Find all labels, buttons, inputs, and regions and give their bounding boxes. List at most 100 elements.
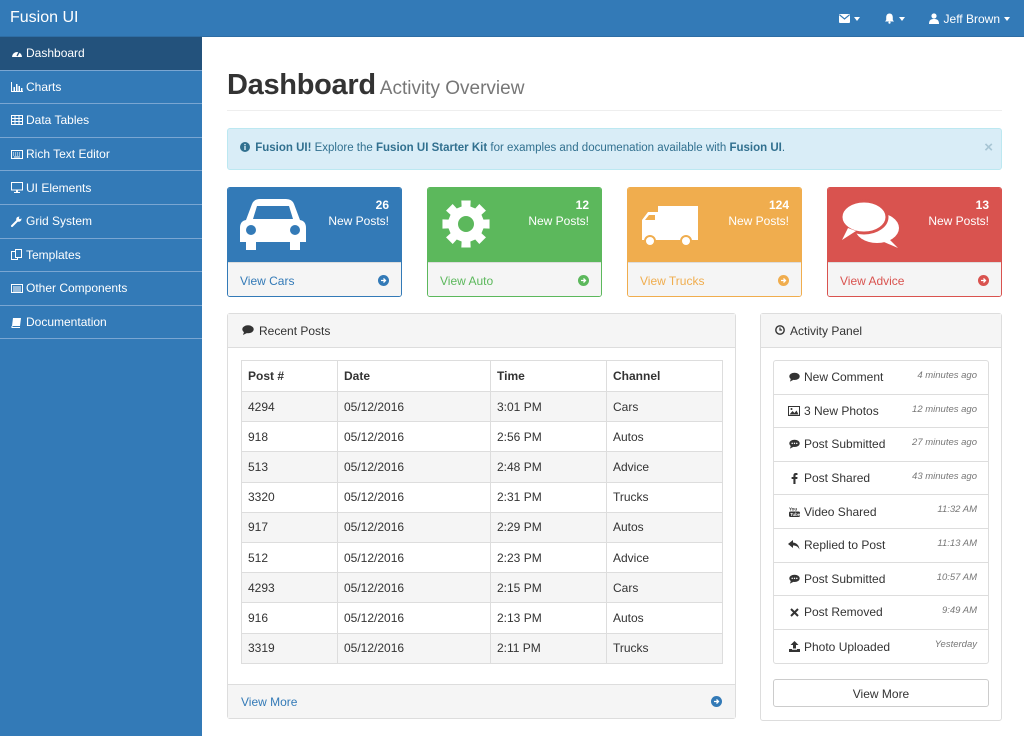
sidebar-item-label: Dashboard — [26, 46, 85, 61]
stat-count: 26 — [375, 198, 389, 212]
table-row[interactable]: 512 05/12/2016 2:23 PM Advice — [241, 541, 723, 574]
list-item[interactable]: Replied to Post 11:13 AM — [774, 529, 988, 563]
arrow-circle-right-icon — [578, 275, 589, 286]
table-cell: 05/12/2016 — [337, 572, 491, 604]
svg-text:Tube: Tube — [790, 512, 800, 517]
sidebar-item-rich-text-editor[interactable]: Rich Text Editor — [0, 138, 202, 172]
activity-time: 11:32 AM — [937, 504, 977, 516]
sidebar-item-grid-system[interactable]: Grid System — [0, 205, 202, 239]
list-item[interactable]: You Tube Video Shared 11:32 AM — [774, 495, 988, 529]
table-row[interactable]: 917 05/12/2016 2:29 PM Autos — [241, 511, 723, 543]
close-icon[interactable]: × — [984, 139, 993, 156]
view-cars-link[interactable]: View Cars — [240, 274, 294, 288]
activity-time: Yesterday — [934, 638, 977, 650]
table-row[interactable]: 918 05/12/2016 2:56 PM Autos — [241, 421, 723, 453]
list-item[interactable]: Post Submitted 10:57 AM — [774, 563, 988, 597]
view-auto-link[interactable]: View Auto — [440, 274, 493, 288]
list-item[interactable]: Post Shared 43 minutes ago — [774, 462, 988, 496]
page-header: Dashboard Activity Overview — [227, 69, 1002, 111]
sidebar-item-label: Other Components — [26, 281, 128, 296]
activity-label: 3 New Photos — [804, 403, 879, 418]
table-cell: 05/12/2016 — [337, 451, 491, 483]
sidebar-item-label: Documentation — [26, 315, 107, 330]
table-cell: 2:13 PM — [490, 602, 607, 634]
sidebar-item-charts[interactable]: Charts — [0, 71, 202, 105]
top-navbar: Fusion UI Jeff Brown — [0, 0, 1024, 37]
stat-count: 124 — [768, 198, 789, 212]
activity-time: 9:49 AM — [941, 605, 977, 617]
panel-header: Recent Posts — [228, 314, 735, 348]
list-icon — [10, 282, 23, 294]
list-item[interactable]: Photo Uploaded Yesterday — [774, 630, 988, 664]
bell-icon — [884, 13, 895, 24]
column-header[interactable]: Date — [337, 360, 491, 392]
sidebar-item-ui-elements[interactable]: UI Elements — [0, 171, 202, 205]
stat-panel-footer[interactable]: View Advice — [828, 262, 1001, 296]
times-icon — [788, 606, 800, 618]
messages-dropdown[interactable] — [827, 0, 872, 37]
list-item[interactable]: Post Removed 9:49 AM — [774, 596, 988, 630]
list-item[interactable]: Post Submitted 27 minutes ago — [774, 428, 988, 462]
alerts-dropdown[interactable] — [872, 0, 917, 37]
book-icon — [10, 316, 23, 328]
stat-panel-trucks[interactable]: 124 New Posts! View Trucks — [627, 187, 802, 297]
table-cell: 2:15 PM — [490, 572, 607, 604]
user-name: Jeff Brown — [943, 11, 1000, 26]
sidebar-item-dashboard[interactable]: Dashboard — [0, 37, 202, 71]
view-trucks-link[interactable]: View Trucks — [640, 274, 704, 288]
stat-panel-header: 124 New Posts! — [628, 188, 801, 262]
view-more-button[interactable]: View More — [773, 679, 989, 707]
column-header[interactable]: Time — [490, 360, 607, 392]
sidebar-item-data-tables[interactable]: Data Tables — [0, 104, 202, 138]
chevron-down-icon — [853, 16, 860, 21]
list-item[interactable]: 3 New Photos 12 minutes ago — [774, 395, 988, 429]
sidebar-item-templates[interactable]: Templates — [0, 239, 202, 273]
stat-panel-footer[interactable]: View Trucks — [628, 262, 801, 296]
table-row[interactable]: 3319 05/12/2016 2:11 PM Trucks — [241, 632, 723, 664]
panel-title: Activity Panel — [790, 323, 863, 338]
alert-text: . — [781, 142, 786, 154]
column-header[interactable]: Post # — [241, 360, 338, 392]
stat-panel-cars[interactable]: 26 New Posts! View Cars — [227, 187, 402, 297]
view-more-footer[interactable]: View More — [228, 684, 735, 718]
table-row[interactable]: 3320 05/12/2016 2:31 PM Trucks — [241, 481, 723, 513]
table-cell: 513 — [241, 451, 338, 483]
table-row[interactable]: 4293 05/12/2016 2:15 PM Cars — [241, 572, 723, 604]
activity-panel: Activity Panel New Comment 4 minutes ago 3… — [760, 313, 1002, 721]
table-row[interactable]: 916 05/12/2016 2:13 PM Autos — [241, 602, 723, 634]
brand-logo[interactable]: Fusion UI — [10, 9, 78, 27]
stat-panel-footer[interactable]: View Auto — [428, 262, 601, 296]
sidebar-item-other-components[interactable]: Other Components — [0, 272, 202, 306]
alert-kit-link[interactable]: Fusion UI Starter Kit — [376, 142, 487, 154]
activity-label: Post Shared — [804, 471, 871, 486]
table-row[interactable]: 513 05/12/2016 2:48 PM Advice — [241, 451, 723, 483]
sidebar-item-label: Templates — [26, 247, 81, 262]
stat-panel-auto[interactable]: 12 New Posts! View Auto — [427, 187, 602, 297]
user-dropdown[interactable]: Jeff Brown — [917, 0, 1024, 37]
table-cell: Advice — [606, 451, 723, 483]
alert-text: for examples and documenation available … — [487, 142, 730, 154]
table-cell: Trucks — [606, 481, 723, 513]
truck-icon — [640, 198, 700, 253]
view-more-link[interactable]: View More — [241, 695, 297, 709]
recent-posts-table: Post # Date Time Channel 4294 05/12/2016 3… — [241, 360, 723, 664]
table-icon — [10, 114, 23, 126]
dashboard-icon — [10, 47, 23, 59]
table-cell: 2:56 PM — [490, 421, 607, 453]
upload-icon — [788, 641, 800, 653]
alert-brand: Fusion UI — [729, 142, 782, 154]
sidebar-item-documentation[interactable]: Documentation — [0, 306, 202, 340]
stat-panel-advice[interactable]: 13 New Posts! View Advice — [827, 187, 1002, 297]
list-item[interactable]: New Comment 4 minutes ago — [774, 361, 988, 395]
view-advice-link[interactable]: View Advice — [840, 274, 904, 288]
stat-count: 12 — [575, 198, 589, 212]
clock-icon — [775, 324, 790, 338]
facebook-icon — [788, 472, 800, 484]
column-header[interactable]: Channel — [606, 360, 723, 392]
table-row[interactable]: 4294 05/12/2016 3:01 PM Cars — [241, 390, 723, 423]
table-cell: 05/12/2016 — [337, 602, 491, 634]
keyboard-icon — [10, 148, 23, 160]
stat-panel-footer[interactable]: View Cars — [228, 262, 401, 296]
table-cell: 2:31 PM — [490, 481, 607, 513]
activity-label: New Comment — [804, 370, 884, 385]
